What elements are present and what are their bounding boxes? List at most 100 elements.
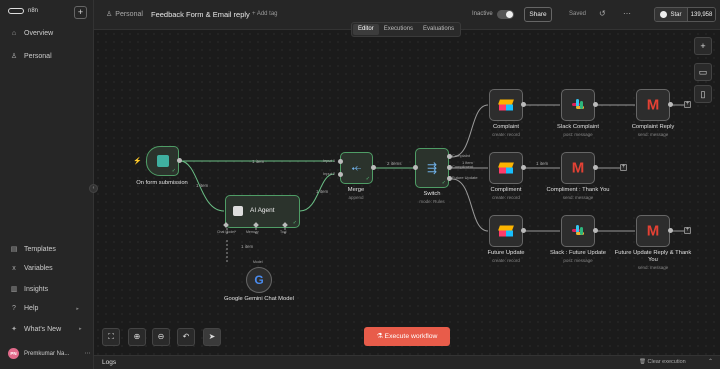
fit-view-icon[interactable]: ⛶ (102, 328, 120, 346)
add-node-panel-button[interactable]: + (694, 37, 712, 55)
node-slack-complaint[interactable] (561, 89, 595, 121)
port-label: Chat Model* (217, 230, 237, 234)
node-subtitle: send: message (637, 132, 669, 137)
help-icon: ? (12, 305, 16, 312)
node-label: Complaint create: record (466, 124, 546, 138)
sidebar-item-label: What's New (24, 325, 62, 333)
port-out[interactable] (371, 165, 376, 170)
logs-panel[interactable]: Logs 🗑 Clear execution ⌃ (94, 355, 720, 369)
node-compliment[interactable] (489, 152, 523, 184)
more-icon[interactable]: ⋯ (623, 9, 631, 18)
tab-executions[interactable]: Executions (379, 24, 418, 35)
node-slack-future[interactable] (561, 215, 595, 247)
workflow-canvas[interactable]: ✓ ⚡ On form submission 1 item 1 item AI … (94, 30, 720, 355)
add-tag-button[interactable]: + Add tag (252, 11, 278, 17)
node-title: Future Update Reply & Thank You (614, 250, 692, 263)
user-name: Premkumar Na... (24, 350, 70, 357)
toggle-knob (506, 11, 513, 18)
sidebar-item-whats-new[interactable]: ✦ What's New ▸ (10, 325, 82, 334)
port-in[interactable] (413, 165, 418, 170)
node-form-trigger[interactable]: ✓ (146, 146, 179, 176)
edge-label: 1 item (536, 161, 549, 166)
zoom-out-icon[interactable]: ⊖ (152, 328, 170, 346)
sidebar-item-help[interactable]: ? Help ▸ (10, 305, 79, 312)
sticky-note-icon[interactable]: ▭ (694, 63, 712, 81)
port-in-2[interactable] (338, 172, 343, 177)
port-label: Tool (280, 230, 287, 234)
port-out[interactable] (593, 228, 598, 233)
edge-label: 1 item (196, 183, 209, 188)
node-gmail-complaint[interactable]: M (636, 89, 670, 121)
collapse-sidebar-icon[interactable]: ‹ (89, 184, 98, 193)
sidebar-item-label: Personal (24, 52, 52, 60)
github-star-button[interactable]: Star 139,958 (654, 7, 716, 22)
sidebar-item-label: Overview (24, 30, 54, 37)
clear-label: Clear execution (647, 359, 686, 365)
port-out[interactable] (521, 102, 526, 107)
node-complaint[interactable] (489, 89, 523, 121)
new-button[interactable]: + (74, 6, 87, 19)
port-out[interactable] (593, 102, 598, 107)
node-title: Complaint Reply (631, 124, 675, 130)
sidebar-item-variables[interactable]: x Variables (10, 265, 52, 272)
merge-icon: ⤝ (351, 160, 362, 175)
sidebar-item-overview[interactable]: ⌂ Overview (10, 30, 53, 37)
port-out[interactable] (593, 165, 598, 170)
pointer-icon[interactable]: ➤ (203, 328, 221, 346)
node-gmail-future[interactable]: M (636, 215, 670, 247)
add-node-button[interactable]: + (684, 227, 691, 234)
side-panel-icon[interactable]: ▯ (694, 85, 712, 103)
switch-icon: ⇶ (426, 161, 438, 175)
node-subtitle: append (348, 195, 364, 200)
trigger-bolt-icon: ⚡ (133, 158, 142, 165)
logo[interactable]: n8n (8, 8, 38, 14)
check-icon: ✓ (441, 180, 446, 186)
node-gemini[interactable]: G (246, 267, 272, 293)
user-menu[interactable]: PN Premkumar Na... ⋯ (8, 348, 90, 359)
port-label: Future Update (452, 175, 478, 180)
breadcrumb-project: Personal (115, 11, 143, 18)
port-out[interactable] (177, 158, 182, 163)
port-label: Input 1 (323, 158, 336, 163)
node-label: Complaint Reply send: message (613, 124, 693, 138)
tab-evaluations[interactable]: Evaluations (418, 24, 459, 35)
history-icon[interactable]: ↺ (599, 9, 606, 18)
more-icon[interactable]: ⋯ (84, 350, 90, 357)
node-switch[interactable]: ⇶ ✓ (415, 148, 449, 188)
undo-icon[interactable]: ↶ (177, 328, 195, 346)
sidebar-item-label: Insights (24, 285, 49, 293)
node-title: Complaint (492, 124, 520, 130)
google-icon: G (254, 273, 264, 287)
node-future-update[interactable] (489, 215, 523, 247)
node-gmail-compliment[interactable]: M (561, 152, 595, 184)
tab-editor[interactable]: Editor (353, 24, 379, 35)
port-in-1[interactable] (338, 159, 343, 164)
workflow-title[interactable]: Feedback Form & Email reply (151, 10, 250, 19)
clear-execution-button[interactable]: 🗑 Clear execution (639, 359, 686, 365)
port-out[interactable] (668, 228, 673, 233)
sidebar-item-insights[interactable]: ▥ Insights (10, 285, 49, 294)
logs-title: Logs (102, 359, 117, 366)
home-icon: ⌂ (11, 30, 17, 37)
sidebar-item-personal[interactable]: ♙ Personal (10, 52, 52, 61)
gmail-icon: M (646, 222, 660, 240)
bell-icon: ✦ (11, 326, 17, 333)
execute-workflow-button[interactable]: ⚗ Execute workflow (364, 327, 450, 346)
port-out[interactable] (521, 228, 526, 233)
node-merge[interactable]: ⤝ ✓ (340, 152, 373, 184)
active-toggle[interactable] (497, 10, 514, 19)
add-node-button[interactable]: + (684, 101, 691, 108)
share-button[interactable]: Share (524, 7, 552, 22)
edge-label: 2 items (387, 161, 402, 166)
star-count: 139,958 (687, 8, 715, 21)
chevron-up-icon[interactable]: ⌃ (708, 358, 713, 365)
breadcrumb[interactable]: ♙ Personal (106, 10, 143, 18)
port-out[interactable] (521, 165, 526, 170)
sidebar-item-templates[interactable]: ▤ Templates (10, 245, 56, 254)
node-ai-agent[interactable]: AI Agent ✓ (225, 195, 300, 228)
add-node-button[interactable]: + (620, 164, 627, 171)
sidebar: n8n + ⌂ Overview ♙ Personal ▤ Templates … (0, 0, 94, 369)
zoom-in-icon[interactable]: ⊕ (128, 328, 146, 346)
port-out[interactable] (668, 102, 673, 107)
insights-icon: ▥ (10, 286, 18, 293)
